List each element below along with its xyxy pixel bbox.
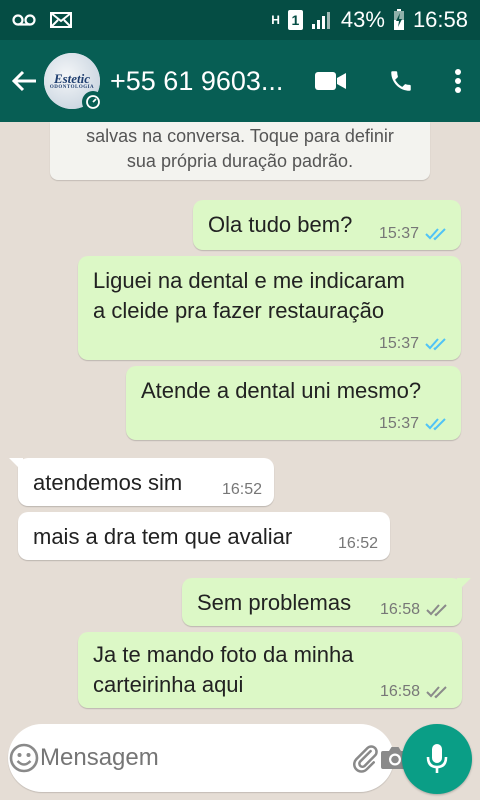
message-time: 15:37 xyxy=(378,225,419,242)
avatar-logo: Estetic ODONTOLOGIA xyxy=(50,72,94,90)
double-check-icon xyxy=(425,338,446,351)
status-bar: H 1 43% 16:58 xyxy=(0,0,480,40)
message-text-line: a cleide pra fazer restauração xyxy=(93,298,385,323)
emoji-icon xyxy=(9,743,39,773)
message-text: Sem problemas xyxy=(197,590,352,615)
voicemail-icon xyxy=(12,12,36,28)
message-text-line: Liguei na dental e me indicaram xyxy=(93,268,405,293)
message-text: atendemos sim xyxy=(33,470,183,495)
composer xyxy=(0,722,480,800)
mic-icon xyxy=(426,744,448,773)
system-note-line2: sua própria duração padrão. xyxy=(126,151,354,171)
message-input[interactable] xyxy=(40,744,350,772)
disappearing-messages-note[interactable]: salvas na conversa. Toque para definir s… xyxy=(50,122,430,180)
avatar-logo-subtext: ODONTOLOGIA xyxy=(49,85,95,90)
battery-icon xyxy=(393,9,405,31)
double-check-icon xyxy=(425,228,446,241)
more-options-button[interactable] xyxy=(436,40,480,122)
double-check-icon xyxy=(426,604,447,617)
message-text: mais a dra tem que avaliar xyxy=(33,524,293,549)
bubble-tail xyxy=(9,458,23,472)
sim-badge: 1 xyxy=(287,10,303,30)
message-time: 16:52 xyxy=(337,535,378,552)
back-button[interactable] xyxy=(4,40,44,122)
message-input-box xyxy=(8,724,409,792)
message-bubble-incoming[interactable]: atendemos sim 16:52 xyxy=(9,458,274,506)
message-time: 16:58 xyxy=(379,683,420,700)
video-call-button[interactable] xyxy=(296,40,366,122)
message-text-block: Liguei na dental e me indicaram a cleide… xyxy=(93,266,405,326)
message-time: 16:52 xyxy=(221,481,262,498)
double-check-icon xyxy=(426,686,447,699)
bubble-tail xyxy=(457,578,471,592)
attach-icon xyxy=(353,745,378,773)
video-call-icon xyxy=(315,72,346,90)
network-type-label: H xyxy=(271,13,280,27)
message-bubble-outgoing[interactable]: Sem problemas 16:58 xyxy=(182,578,471,626)
message-text: Ola tudo bem? xyxy=(208,212,353,237)
avatar-logo-text: Estetic xyxy=(53,71,91,86)
message-text: Atende a dental uni mesmo? xyxy=(141,378,422,403)
message-time: 15:37 xyxy=(378,335,419,352)
message-bubble-outgoing[interactable]: Liguei na dental e me indicaram a cleide… xyxy=(78,256,461,360)
emoji-button[interactable] xyxy=(8,724,40,792)
message-list[interactable]: salvas na conversa. Toque para definir s… xyxy=(0,122,480,722)
system-note-line1: salvas na conversa. Toque para definir xyxy=(86,126,394,146)
contact-name[interactable]: +55 61 9603... xyxy=(110,66,285,97)
more-vert-icon xyxy=(455,69,461,93)
message-bubble-incoming[interactable]: mais a dra tem que avaliar 16:52 xyxy=(18,512,390,560)
message-time: 16:58 xyxy=(379,601,420,618)
attach-button[interactable] xyxy=(350,724,380,792)
voice-call-button[interactable] xyxy=(366,40,436,122)
message-text-line: Ja te mando foto da minha xyxy=(93,642,354,667)
message-bubble-outgoing[interactable]: Atende a dental uni mesmo? 15:37 xyxy=(126,366,461,440)
double-check-icon xyxy=(425,418,446,431)
message-text-block: Ja te mando foto da minha carteirinha aq… xyxy=(93,640,354,700)
back-arrow-icon xyxy=(11,70,36,92)
message-time: 15:37 xyxy=(378,415,419,432)
message-text-line: carteirinha aqui xyxy=(93,672,244,697)
chat-header: Estetic ODONTOLOGIA +55 61 9603... xyxy=(0,40,480,122)
message-bubble-outgoing[interactable]: Ja te mando foto da minha carteirinha aq… xyxy=(78,632,462,708)
signal-icon xyxy=(311,10,333,30)
avatar[interactable]: Estetic ODONTOLOGIA xyxy=(44,53,104,113)
timer-icon xyxy=(82,91,104,113)
phone-icon xyxy=(391,71,411,91)
clock: 16:58 xyxy=(412,7,468,32)
voice-record-button[interactable] xyxy=(402,724,472,794)
mail-icon xyxy=(50,12,72,28)
message-bubble-outgoing[interactable]: Ola tudo bem? 15:37 xyxy=(193,200,461,250)
battery-percent: 43% xyxy=(340,7,385,32)
